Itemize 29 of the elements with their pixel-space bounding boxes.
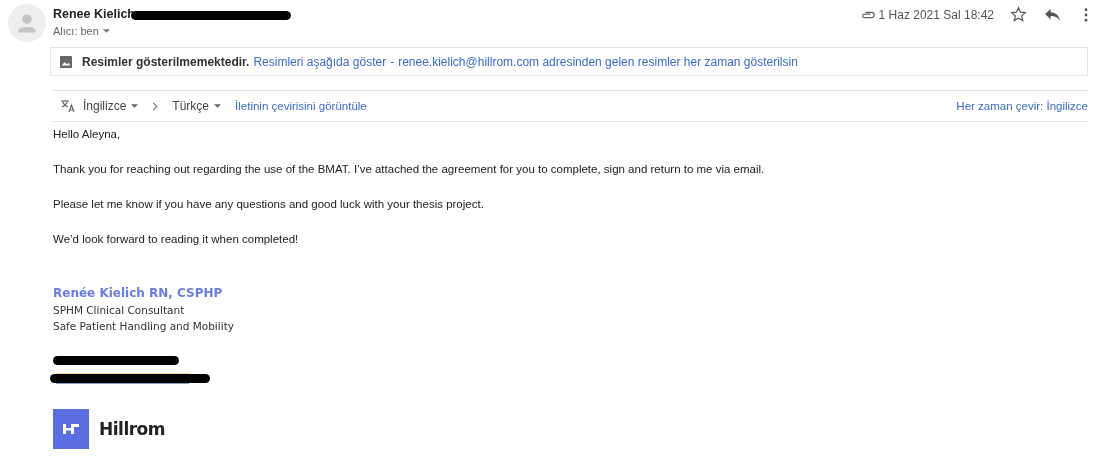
caret-icon xyxy=(214,104,222,108)
avatar-icon xyxy=(8,4,46,42)
notice-text: Resimler gösterilmemektedir. xyxy=(82,54,250,69)
logo-icon xyxy=(53,409,89,449)
logo-text: Hillrom xyxy=(99,419,165,439)
signature-name: Renée Kielich RN, CSPHP xyxy=(53,286,224,300)
caret-icon xyxy=(131,104,139,108)
signature-line: Safe Patient Handling and Mobility xyxy=(53,320,235,332)
separator-text: - xyxy=(390,54,395,69)
more-options-icon[interactable] xyxy=(1084,7,1088,22)
target-language-dropdown[interactable]: Türkçe xyxy=(172,99,222,113)
translate-icon xyxy=(60,99,76,113)
signature-line: SPHM Clinical Consultant xyxy=(53,304,186,316)
body-paragraph: Thank you for reaching out regarding the use of the BMAT. I’ve attached the agreement for you to complete, sign and return to me via email. xyxy=(53,163,766,176)
always-translate-link[interactable]: Her zaman çevir: İngilizce xyxy=(956,100,1088,112)
caret-icon[interactable] xyxy=(102,29,110,33)
recipient-label: Alıcı: ben xyxy=(53,25,99,37)
view-translation-link[interactable]: İletinin çevirisini görüntüle xyxy=(235,100,367,112)
show-images-link[interactable]: Resimleri aşağıda göster xyxy=(253,54,387,69)
chevron-right-icon xyxy=(152,101,159,111)
star-icon[interactable] xyxy=(1010,6,1027,23)
source-language-dropdown[interactable]: İngilizce xyxy=(83,99,139,113)
body-paragraph: Hello Aleyna, xyxy=(53,128,122,141)
always-show-images-link[interactable]: renee.kielich@hillrom.com adresinden gelen resimler her zaman gösterilsin xyxy=(398,54,798,69)
reply-icon[interactable] xyxy=(1045,8,1060,21)
body-paragraph: We’d look forward to reading it when completed! xyxy=(53,233,300,246)
date-label: 1 Haz 2021 Sal 18:42 xyxy=(878,7,994,22)
body-paragraph: Please let me know if you have any questions and good luck with your thesis project. xyxy=(53,198,485,211)
image-icon xyxy=(60,55,72,68)
